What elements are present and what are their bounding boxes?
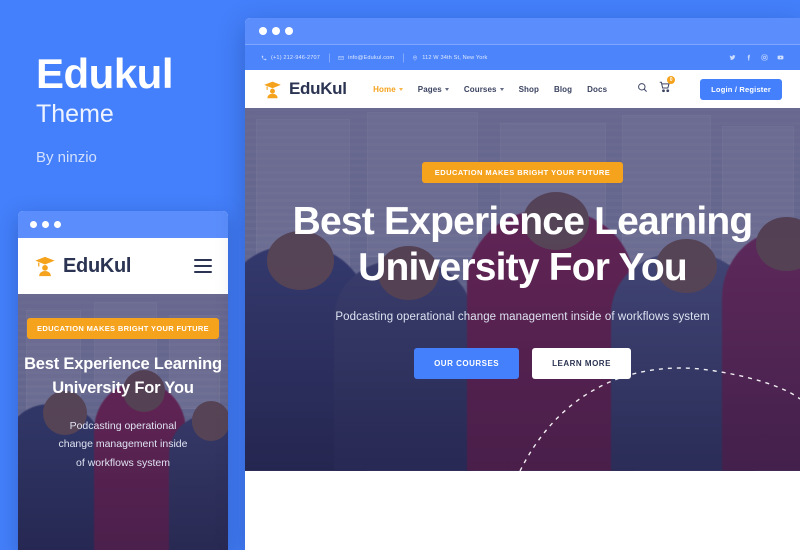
nav-item-home[interactable]: Home (373, 85, 403, 94)
window-minimize-dot[interactable] (272, 27, 280, 35)
chevron-down-icon (398, 87, 403, 91)
mobile-preview-window: EduKul EDUCATION MAKES BRIGHT YOUR FUTUR… (18, 211, 228, 550)
site-navbar: EduKul Home Pages Courses Shop Blog Docs… (245, 70, 800, 108)
mobile-hero-subtitle: Podcasting operational change management… (58, 417, 187, 472)
cart-count-badge: 0 (667, 76, 676, 84)
promo-subtitle: Theme (36, 100, 114, 129)
promo-title: Edukul (36, 50, 174, 97)
nav-item-pages-label: Pages (417, 84, 442, 94)
contact-phone-text: (+1) 212-946-2707 (271, 54, 321, 61)
nav-item-shop[interactable]: Shop (519, 85, 539, 94)
hero-section: EDUCATION MAKES BRIGHT YOUR FUTURE Best … (245, 108, 800, 471)
hero-heading-line2: University For You (358, 246, 688, 290)
shopping-cart-icon[interactable]: 0 (659, 76, 676, 98)
nav-item-courses[interactable]: Courses (464, 85, 504, 94)
learn-more-button[interactable]: LEARN MORE (532, 348, 631, 380)
map-pin-icon (412, 55, 418, 61)
window-minimize-dot[interactable] (42, 221, 49, 228)
mobile-logo[interactable]: EduKul (34, 254, 132, 278)
mobile-hero-subtitle-line3: of workflows system (76, 456, 170, 469)
chevron-down-icon (444, 87, 449, 91)
nav-item-courses-label: Courses (463, 84, 497, 94)
window-maximize-dot[interactable] (54, 221, 61, 228)
mobile-hero-heading-line1: Best Experience Learning (24, 355, 222, 373)
nav-item-shop-label: Shop (518, 84, 539, 94)
window-maximize-dot[interactable] (285, 27, 293, 35)
envelope-icon (338, 55, 344, 61)
mobile-hero-heading-line2: University For You (52, 378, 194, 397)
mobile-logo-text: EduKul (63, 254, 132, 277)
hero-badge: EDUCATION MAKES BRIGHT YOUR FUTURE (421, 162, 624, 183)
window-close-dot[interactable] (259, 27, 267, 35)
nav-item-blog[interactable]: Blog (554, 85, 572, 94)
phone-icon (261, 55, 267, 61)
window-traffic-lights (259, 27, 293, 35)
contact-email[interactable]: info@Edukul.com (329, 55, 403, 61)
login-register-button[interactable]: Login / Register (700, 78, 782, 100)
facebook-icon[interactable] (745, 54, 752, 61)
mobile-hero-subtitle-line2: change management inside (58, 438, 188, 451)
desktop-logo-text: EduKul (289, 79, 347, 98)
mobile-hero-badge: EDUCATION MAKES BRIGHT YOUR FUTURE (26, 318, 220, 339)
youtube-icon[interactable] (777, 54, 784, 61)
our-courses-button[interactable]: OUR COURSES (414, 348, 520, 380)
page-content-below-hero (245, 471, 800, 531)
site-topbar: (+1) 212-946-2707 info@Edukul.com 112 W … (245, 44, 800, 70)
mobile-window-titlebar (18, 211, 228, 238)
primary-nav: Home Pages Courses Shop Blog Docs 0 Logi… (373, 76, 782, 100)
hamburger-menu-icon[interactable] (194, 259, 212, 273)
promo-author: By ninzio (36, 149, 97, 167)
mobile-hero-heading: Best Experience Learning University For … (24, 353, 222, 401)
mobile-hero: EDUCATION MAKES BRIGHT YOUR FUTURE Best … (18, 294, 228, 550)
window-close-dot[interactable] (30, 221, 37, 228)
instagram-icon[interactable] (761, 54, 768, 61)
social-links-group (729, 54, 784, 61)
hero-subtitle: Podcasting operational change management… (335, 311, 710, 324)
desktop-window-titlebar (245, 18, 800, 44)
nav-item-home-label: Home (373, 84, 396, 94)
window-traffic-lights (30, 221, 61, 228)
chevron-down-icon (499, 87, 504, 91)
mobile-hero-subtitle-line1: Podcasting operational (69, 419, 177, 432)
hero-heading: Best Experience Learning University For … (292, 199, 754, 291)
contact-email-text: info@Edukul.com (348, 54, 395, 61)
search-icon[interactable] (637, 80, 648, 98)
twitter-icon[interactable] (729, 54, 736, 61)
hero-cta-group: OUR COURSES LEARN MORE (414, 348, 631, 380)
hero-heading-line1: Best Experience Learning (292, 200, 754, 243)
desktop-preview-window: (+1) 212-946-2707 info@Edukul.com 112 W … (245, 18, 800, 550)
graduation-cap-person-icon (263, 80, 282, 99)
nav-item-blog-label: Blog (553, 84, 573, 94)
contact-address[interactable]: 112 W 34th St, New York (403, 55, 496, 61)
desktop-logo[interactable]: EduKul (263, 79, 347, 99)
nav-item-docs-label: Docs (587, 84, 608, 94)
contact-address-text: 112 W 34th St, New York (422, 54, 488, 61)
mobile-site-header: EduKul (18, 238, 228, 294)
contact-info-group: (+1) 212-946-2707 info@Edukul.com 112 W … (261, 55, 496, 61)
nav-item-pages[interactable]: Pages (418, 85, 449, 94)
graduation-cap-person-icon (34, 255, 56, 277)
contact-phone[interactable]: (+1) 212-946-2707 (261, 55, 329, 61)
nav-item-docs[interactable]: Docs (587, 85, 607, 94)
navbar-icon-group: 0 (637, 76, 676, 98)
